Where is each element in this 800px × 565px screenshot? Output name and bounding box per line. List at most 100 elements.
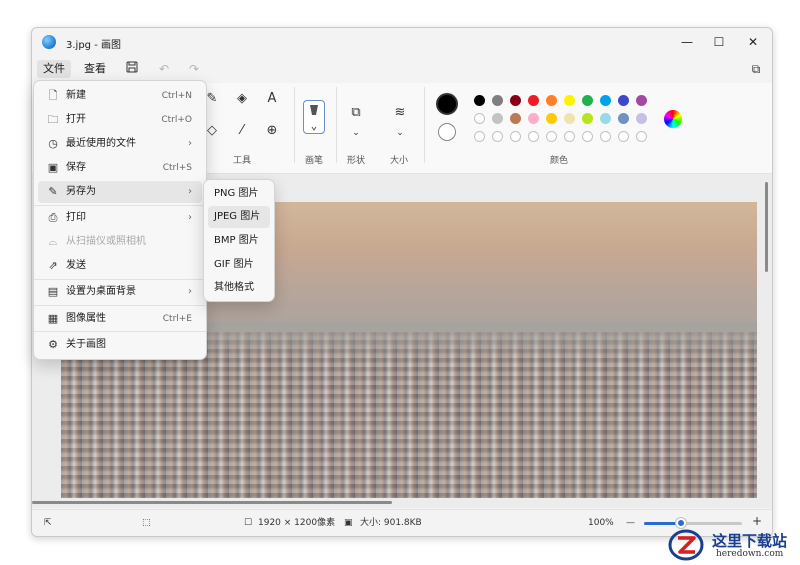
minimize-button[interactable]: — [672, 32, 702, 52]
brush-button[interactable] [303, 100, 325, 134]
shapes-group-label: 形状 [347, 156, 366, 166]
color-swatch[interactable] [582, 113, 593, 124]
ribbon-divider [336, 87, 337, 163]
size-group-label: 大小 [390, 156, 409, 166]
save-as-other-formats[interactable]: 其他格式 [208, 277, 270, 299]
menu-item-image-properties[interactable]: ▦ 图像属性 Ctrl+E [38, 308, 202, 330]
chevron-right-icon: › [188, 186, 192, 197]
color-swatch[interactable] [546, 131, 557, 142]
save-icon: ▣ [47, 161, 59, 174]
color-swatch[interactable] [510, 95, 521, 106]
file-size-icon: ▣ [344, 518, 353, 528]
horizontal-scrollbar[interactable] [32, 501, 392, 504]
color-swatch[interactable] [510, 131, 521, 142]
watermark-site-name: 这里下载站 [712, 532, 788, 550]
stroke-size-icon[interactable]: ≋ [390, 103, 410, 123]
file-menu[interactable]: 文件 [37, 60, 71, 78]
color-swatch[interactable] [474, 113, 485, 124]
color-swatch[interactable] [528, 131, 539, 142]
color-swatch[interactable] [582, 131, 593, 142]
color-swatch[interactable] [492, 95, 503, 106]
redo-icon[interactable]: ↷ [186, 61, 202, 77]
ribbon-divider [424, 87, 425, 163]
menu-item-open[interactable]: 🗀 打开 Ctrl+O [38, 109, 202, 131]
image-dimensions: 1920 × 1200像素 [258, 518, 336, 528]
color-swatch[interactable] [564, 113, 575, 124]
color-swatch[interactable] [492, 131, 503, 142]
title-bar: 3.jpg - 画图 — ☐ ✕ [32, 28, 772, 56]
paint-app-icon [42, 35, 56, 49]
menu-item-send[interactable]: ⇗ 发送 [38, 255, 202, 277]
zoom-in-button[interactable]: + [752, 514, 762, 528]
color-swatch[interactable] [618, 113, 629, 124]
print-icon: ⎙ [48, 211, 58, 224]
watermark-logo-icon [668, 529, 704, 561]
menu-divider [34, 331, 206, 332]
menu-item-save[interactable]: ▣ 保存 Ctrl+S [38, 157, 202, 179]
size-chevron-icon[interactable]: ⌄ [390, 123, 410, 143]
menu-item-set-background[interactable]: ▤ 设置为桌面背景 › [38, 281, 202, 303]
maximize-button[interactable]: ☐ [704, 32, 734, 52]
color-picker-icon[interactable]: ⁄ [232, 121, 252, 141]
save-icon[interactable] [124, 61, 140, 77]
chevron-right-icon: › [188, 286, 192, 297]
color-swatch[interactable] [546, 95, 557, 106]
shapes-icon[interactable]: ⧉ [346, 103, 366, 123]
color-swatch[interactable] [564, 95, 575, 106]
save-as-gif[interactable]: GIF 图片 [208, 254, 270, 276]
window-title: 3.jpg - 画图 [66, 40, 121, 51]
menu-item-print[interactable]: ⎙ 打印 › [38, 207, 202, 229]
save-as-bmp[interactable]: BMP 图片 [208, 230, 270, 252]
text-tool-icon[interactable]: A [262, 89, 282, 109]
undo-icon[interactable]: ↶ [156, 61, 172, 77]
recent-clock-icon: ◷ [48, 137, 58, 150]
view-menu[interactable]: 查看 [78, 60, 112, 78]
color-swatch[interactable] [474, 95, 485, 106]
color-swatch[interactable] [528, 113, 539, 124]
save-as-png[interactable]: PNG 图片 [208, 183, 270, 205]
zoom-slider[interactable] [644, 518, 742, 528]
status-bar: ⇱ ⬚ ☐ 1920 × 1200像素 ▣ 大小: 901.8KB 100% —… [32, 509, 772, 536]
color-swatch[interactable] [582, 95, 593, 106]
color-swatch[interactable] [546, 113, 557, 124]
color-swatch[interactable] [528, 95, 539, 106]
fill-bucket-icon[interactable]: ◈ [232, 89, 252, 109]
vertical-scrollbar[interactable] [765, 182, 768, 272]
magnifier-icon[interactable]: ⊕ [262, 121, 282, 141]
shapes-chevron-icon[interactable]: ⌄ [346, 123, 366, 143]
tools-group-label: 工具 [233, 156, 252, 166]
menu-item-save-as[interactable]: ✎ 另存为 › [38, 181, 202, 203]
share-account-icon[interactable]: ⧉ [748, 61, 764, 77]
zoom-level: 100% [588, 518, 614, 528]
menu-item-recent[interactable]: ◷ 最近使用的文件 › [38, 133, 202, 155]
primary-color[interactable] [436, 93, 458, 115]
save-as-jpeg[interactable]: JPEG 图片 [208, 206, 270, 228]
brush-group-label: 画笔 [305, 156, 324, 166]
color-swatch[interactable] [492, 113, 503, 124]
colors-group-label: 颜色 [550, 156, 569, 166]
zoom-out-button[interactable]: — [626, 516, 635, 530]
menu-item-scanner: ⌓ 从扫描仪或照相机 [38, 231, 202, 253]
menu-item-about[interactable]: ⚙ 关于画图 [38, 334, 202, 356]
color-swatch[interactable] [636, 131, 647, 142]
color-swatch[interactable] [600, 95, 611, 106]
color-swatch[interactable] [600, 113, 611, 124]
color-swatch[interactable] [636, 95, 647, 106]
menu-divider [34, 205, 206, 206]
color-swatch[interactable] [618, 131, 629, 142]
color-swatch[interactable] [618, 95, 629, 106]
new-file-icon: 🗋 [48, 89, 58, 102]
color-swatch[interactable] [636, 113, 647, 124]
menu-divider [34, 305, 206, 306]
file-size: 大小: 901.8KB [360, 518, 422, 528]
color-swatch[interactable] [600, 131, 611, 142]
ribbon-divider [294, 87, 295, 163]
edit-colors-icon[interactable] [664, 110, 682, 128]
menu-item-new[interactable]: 🗋 新建 Ctrl+N [38, 85, 202, 107]
color-swatch[interactable] [510, 113, 521, 124]
close-button[interactable]: ✕ [738, 32, 768, 52]
save-as-submenu: PNG 图片 JPEG 图片 BMP 图片 GIF 图片 其他格式 [203, 179, 275, 302]
color-swatch[interactable] [474, 131, 485, 142]
color-swatch[interactable] [564, 131, 575, 142]
secondary-color[interactable] [438, 123, 456, 141]
